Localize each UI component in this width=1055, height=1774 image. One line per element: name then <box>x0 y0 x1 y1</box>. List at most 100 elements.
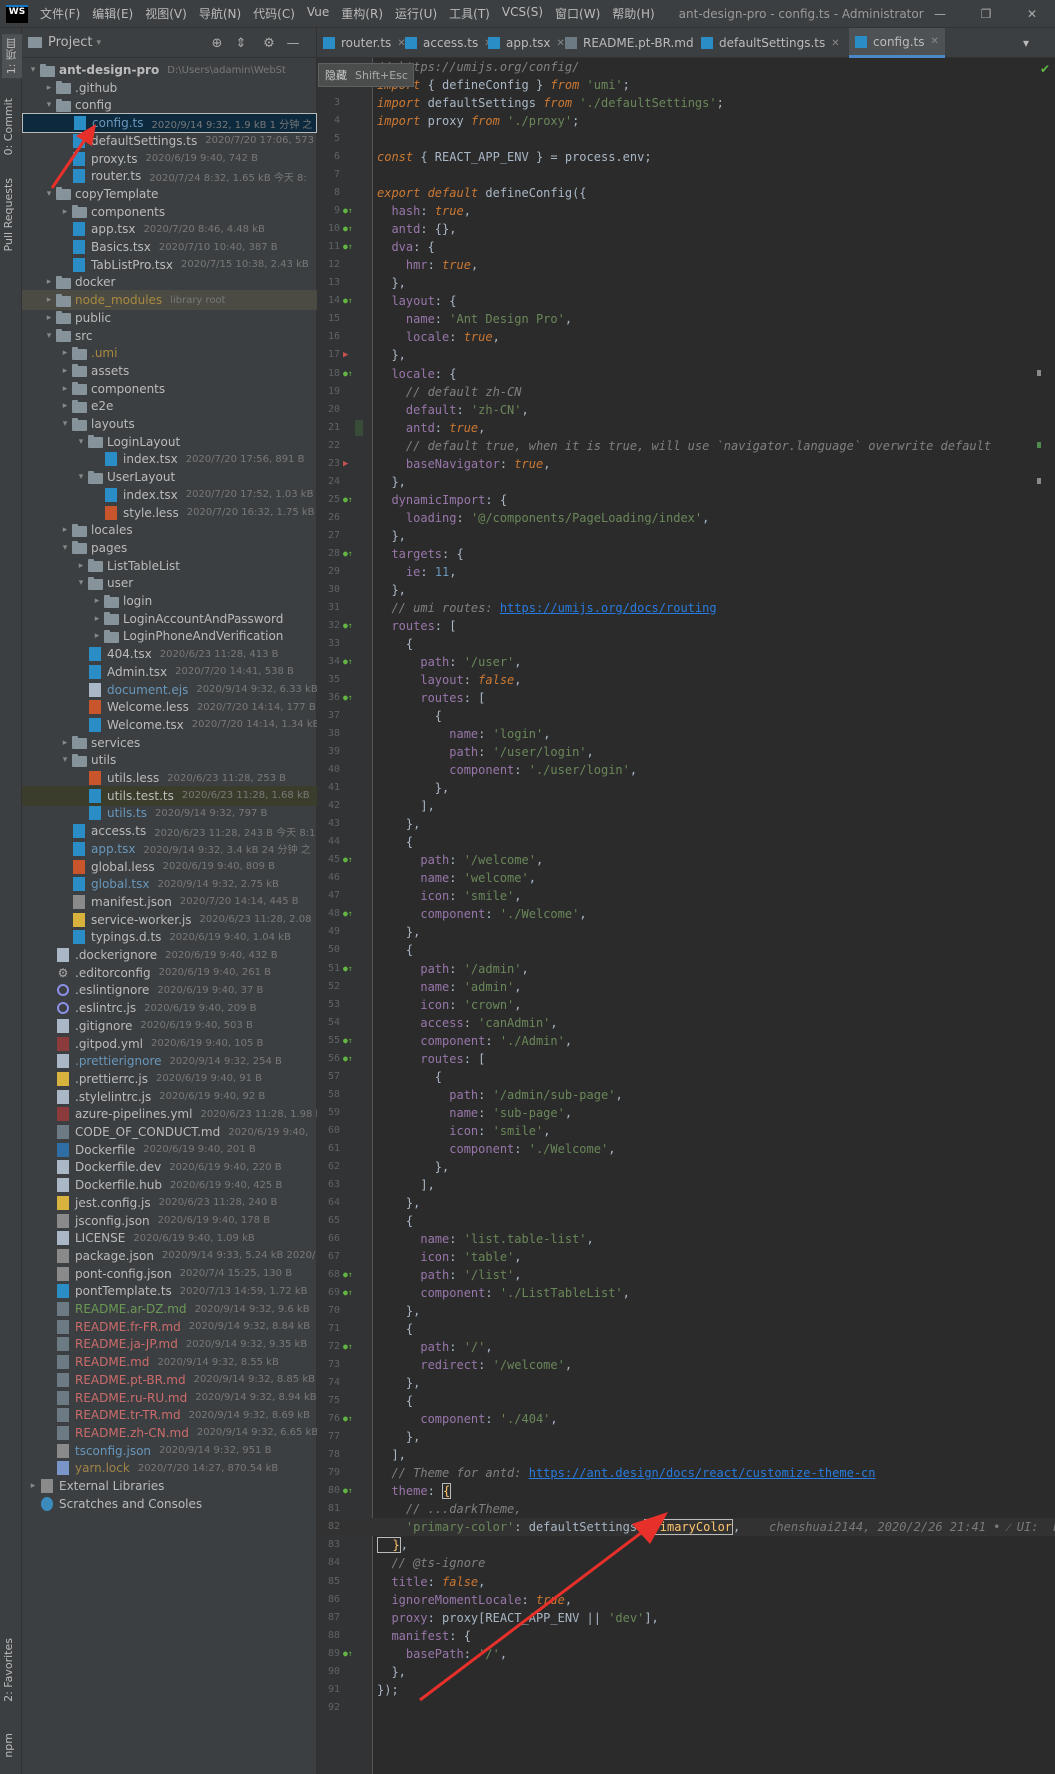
menu-item[interactable]: 视图(V) <box>139 5 193 22</box>
code-line[interactable]: 25 ●↑ dynamicImport: { <box>317 491 1055 509</box>
chevron-right-icon[interactable]: ▸ <box>58 525 72 535</box>
code-line[interactable]: 33 { <box>317 635 1055 653</box>
code-line[interactable]: 63 ], <box>317 1176 1055 1194</box>
code-line[interactable]: 51 ●↑ path: '/admin', <box>317 960 1055 978</box>
menu-item[interactable]: 重构(R) <box>335 5 389 22</box>
chevron-right-icon[interactable]: ▸ <box>90 596 104 606</box>
code-line[interactable]: 22 // default true, when it is true, wil… <box>317 437 1055 455</box>
code-line[interactable]: 26 loading: '@/components/PageLoading/in… <box>317 509 1055 527</box>
code-line[interactable]: 52 name: 'admin', <box>317 978 1055 996</box>
editor-tab[interactable]: defaultSettings.ts ✕ <box>695 28 846 58</box>
code-line[interactable]: 41 }, <box>317 779 1055 797</box>
code-line[interactable]: 70 }, <box>317 1302 1055 1320</box>
code-line[interactable]: 56 ●↑ routes: [ <box>317 1050 1055 1068</box>
code-line[interactable]: 3 import defaultSettings from './defaultS… <box>317 94 1055 112</box>
override-marker-icon[interactable]: ●↑ <box>343 1338 353 1356</box>
code-line[interactable]: 21 antd: true, <box>317 419 1055 437</box>
code-line[interactable]: 82 'primary-color': defaultSettings.prim… <box>317 1518 1055 1537</box>
code-editor[interactable]: // https://umijs.org/config/import { def… <box>317 58 1055 1774</box>
chevron-down-icon[interactable]: ▾ <box>96 38 101 48</box>
code-line[interactable]: 17 ▶ }, <box>317 346 1055 364</box>
override-marker-icon[interactable]: ●↑ <box>343 905 353 923</box>
code-line[interactable]: 4 import proxy from './proxy'; <box>317 112 1055 130</box>
override-marker-icon[interactable]: ●↑ <box>343 220 353 238</box>
chevron-right-icon[interactable]: ▸ <box>90 631 104 641</box>
chevron-right-icon[interactable]: ▸ <box>58 401 72 411</box>
code-line[interactable]: 20 default: 'zh-CN', <box>317 401 1055 419</box>
code-line[interactable]: 45 ●↑ path: '/welcome', <box>317 851 1055 869</box>
chevron-down-icon[interactable]: ▾ <box>58 419 72 429</box>
override-marker-icon[interactable]: ●↑ <box>343 292 353 310</box>
override-marker-icon[interactable]: ●↑ <box>343 617 353 635</box>
code-line[interactable]: 84 // @ts-ignore <box>317 1554 1055 1572</box>
code-line[interactable]: 50 { <box>317 941 1055 959</box>
chevron-down-icon[interactable]: ▾ <box>74 578 88 588</box>
code-line[interactable]: 66 name: 'list.table-list', <box>317 1230 1055 1248</box>
code-line[interactable]: 23 ▶ baseNavigator: true, <box>317 455 1055 473</box>
code-line[interactable]: import { defineConfig } from 'umi'; <box>317 76 1055 94</box>
close-icon[interactable]: ✕ <box>931 36 939 47</box>
override-marker-icon[interactable]: ●↑ <box>343 491 353 509</box>
code-line[interactable]: 35 layout: false, <box>317 671 1055 689</box>
menu-item[interactable]: 窗口(W) <box>549 5 606 22</box>
code-line[interactable]: 19 // default zh-CN <box>317 383 1055 401</box>
menu-item[interactable]: 文件(F) <box>34 5 86 22</box>
code-line[interactable]: 36 ●↑ routes: [ <box>317 689 1055 707</box>
override-marker-icon[interactable]: ●↑ <box>343 851 353 869</box>
override-marker-icon[interactable]: ●↑ <box>343 1410 353 1428</box>
override-marker-icon[interactable]: ●↑ <box>343 202 353 220</box>
code-line[interactable]: 79 // Theme for antd: https://ant.design… <box>317 1464 1055 1482</box>
override-marker-icon[interactable]: ●↑ <box>343 1482 353 1500</box>
chevron-right-icon[interactable]: ▸ <box>42 277 56 287</box>
chevron-right-icon[interactable]: ▸ <box>90 614 104 624</box>
chevron-down-icon[interactable]: ▾ <box>42 189 56 199</box>
code-line[interactable]: 68 ●↑ path: '/list', <box>317 1266 1055 1284</box>
chevron-down-icon[interactable]: ▾ <box>42 331 56 341</box>
code-line[interactable]: 24 }, <box>317 473 1055 491</box>
code-line[interactable]: 48 ●↑ component: './Welcome', <box>317 905 1055 923</box>
code-line[interactable]: 72 ●↑ path: '/', <box>317 1338 1055 1356</box>
code-line[interactable]: 28 ●↑ targets: { <box>317 545 1055 563</box>
editor-tab[interactable]: config.ts ✕ <box>849 28 945 58</box>
code-line[interactable]: 87 proxy: proxy[REACT_APP_ENV || 'dev'], <box>317 1609 1055 1627</box>
override-marker-icon[interactable]: ●↑ <box>343 1266 353 1284</box>
chevron-right-icon[interactable]: ▸ <box>42 313 56 323</box>
code-line[interactable]: 27 }, <box>317 527 1055 545</box>
code-line[interactable]: 60 icon: 'smile', <box>317 1122 1055 1140</box>
code-line[interactable]: 92 <box>317 1699 1055 1717</box>
chevron-right-icon[interactable]: ▸ <box>58 366 72 376</box>
code-line[interactable]: 81 // ...darkTheme, <box>317 1500 1055 1518</box>
code-line[interactable]: 13 }, <box>317 274 1055 292</box>
menu-item[interactable]: 帮助(H) <box>606 5 660 22</box>
code-line[interactable]: 9 ●↑ hash: true, <box>317 202 1055 220</box>
code-line[interactable]: 38 name: 'login', <box>317 725 1055 743</box>
chevron-right-icon[interactable]: ▸ <box>58 348 72 358</box>
code-line[interactable]: 8 export default defineConfig({ <box>317 184 1055 202</box>
override-marker-icon[interactable]: ●↑ <box>343 653 353 671</box>
code-line[interactable]: 83 }, <box>317 1536 1055 1554</box>
code-line[interactable]: 12 hmr: true, <box>317 256 1055 274</box>
code-line[interactable]: 54 access: 'canAdmin', <box>317 1014 1055 1032</box>
code-line[interactable]: 29 ie: 11, <box>317 563 1055 581</box>
restore-icon[interactable]: ❐ <box>963 0 1009 28</box>
chevron-down-icon[interactable]: ▾ <box>74 472 88 482</box>
menu-item[interactable]: 导航(N) <box>193 5 247 22</box>
override-marker-icon[interactable]: ●↑ <box>343 1050 353 1068</box>
code-line[interactable]: 6 const { REACT_APP_ENV } = process.env; <box>317 148 1055 166</box>
override-marker-icon[interactable]: ●↑ <box>343 1284 353 1302</box>
close-icon[interactable]: ✕ <box>1009 0 1055 28</box>
override-marker-icon[interactable]: ●↑ <box>343 1032 353 1050</box>
code-line[interactable]: 88 manifest: { <box>317 1627 1055 1645</box>
commit-tool-tab[interactable]: 0: Commit <box>2 98 15 155</box>
project-view-selector[interactable]: Project <box>48 35 92 50</box>
code-line[interactable]: 73 redirect: '/welcome', <box>317 1356 1055 1374</box>
chevron-down-icon[interactable]: ▾ <box>26 65 40 75</box>
code-line[interactable]: 34 ●↑ path: '/user', <box>317 653 1055 671</box>
tree-item[interactable]: Scratches and Consoles <box>22 1494 317 1514</box>
code-line[interactable]: 44 { <box>317 833 1055 851</box>
code-line[interactable]: 42 ], <box>317 797 1055 815</box>
menu-item[interactable]: 工具(T) <box>443 5 496 22</box>
override-marker-icon[interactable]: ●↑ <box>343 365 353 383</box>
chevron-down-icon[interactable]: ▾ <box>58 755 72 765</box>
code-line[interactable]: 67 icon: 'table', <box>317 1248 1055 1266</box>
